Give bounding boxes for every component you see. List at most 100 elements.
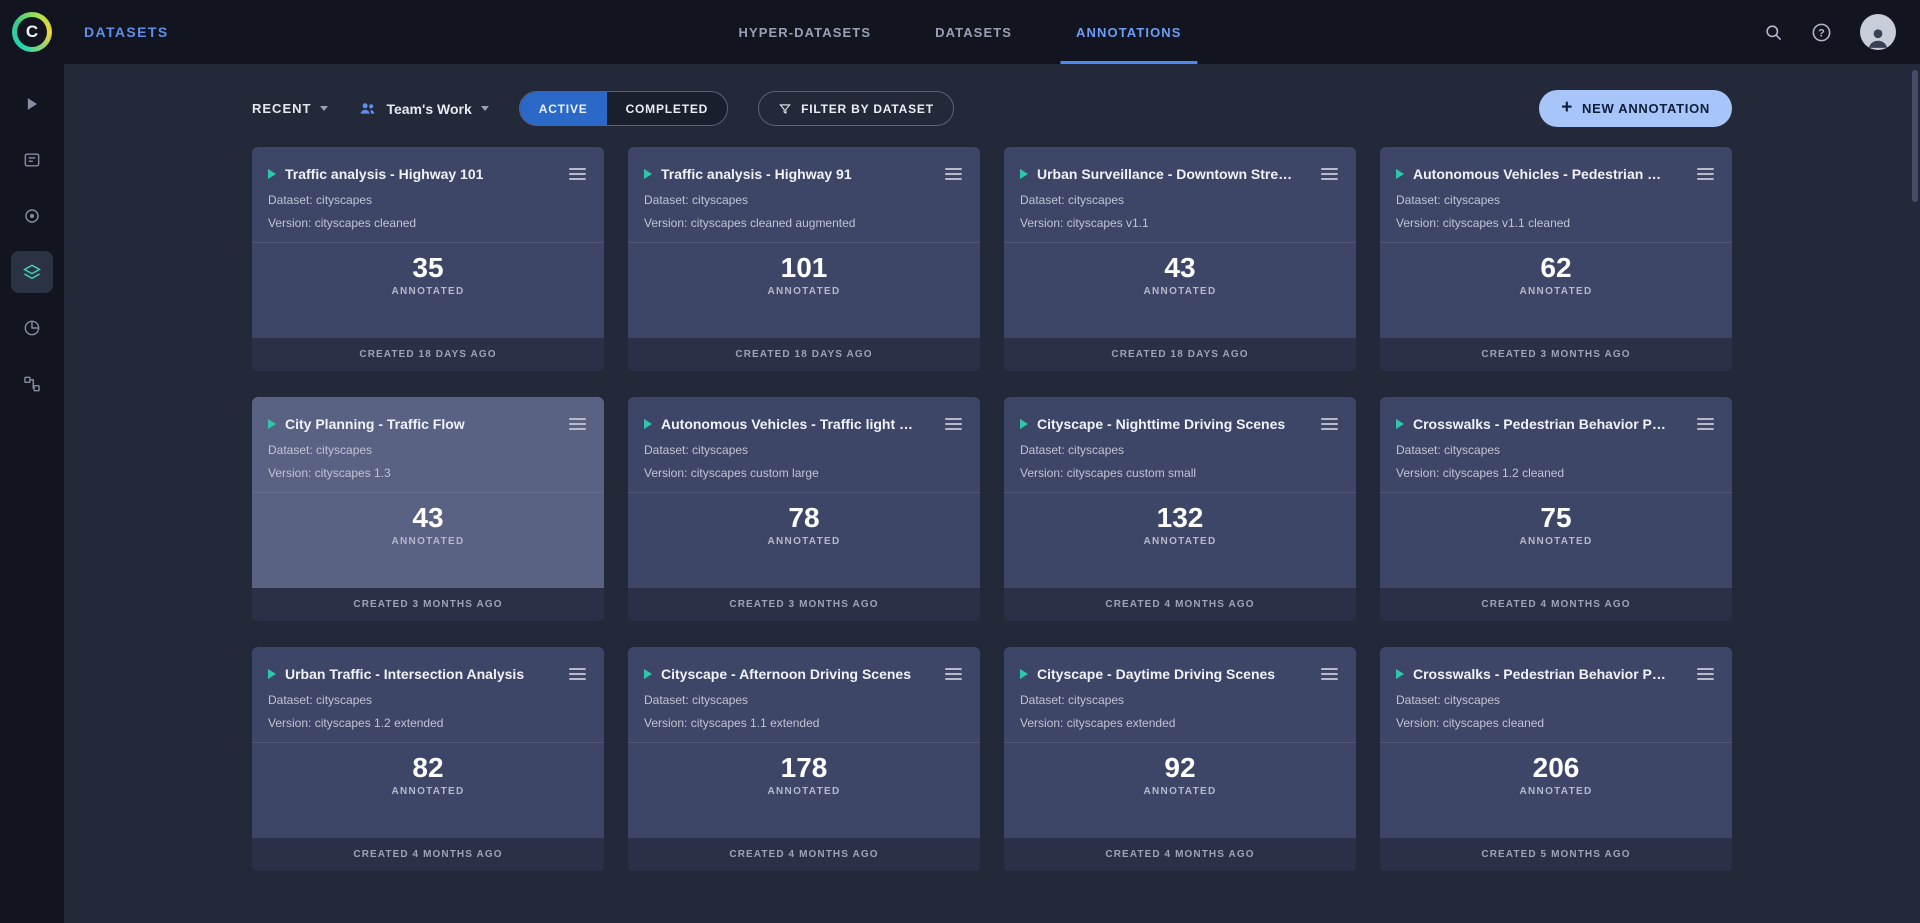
filter-by-dataset-button[interactable]: FILTER BY DATASET <box>758 91 954 126</box>
topbar: C DATASETS HYPER-DATASETS DATASETS ANNOT… <box>0 0 1920 64</box>
filter-completed-button[interactable]: COMPLETED <box>607 92 728 125</box>
annotated-label: ANNOTATED <box>392 536 465 547</box>
chevron-down-icon <box>481 106 489 111</box>
sidebar-item-models[interactable] <box>0 188 64 244</box>
card-version: Version: cityscapes 1.1 extended <box>628 716 980 730</box>
card-count-area: 75 ANNOTATED <box>1380 493 1732 588</box>
card-menu-icon[interactable] <box>567 414 588 434</box>
card-menu-icon[interactable] <box>1695 164 1716 184</box>
annotated-count: 78 <box>788 502 819 534</box>
vertical-scrollbar[interactable] <box>1912 70 1918 202</box>
annotated-count: 62 <box>1540 252 1571 284</box>
play-icon <box>1396 169 1404 179</box>
card-dataset: Dataset: cityscapes <box>628 193 980 207</box>
sidebar <box>0 64 64 923</box>
annotation-card[interactable]: Urban Surveillance - Downtown Stre… Data… <box>1004 147 1356 371</box>
annotated-label: ANNOTATED <box>1520 786 1593 797</box>
card-version: Version: cityscapes custom large <box>628 466 980 480</box>
sidebar-item-reports[interactable] <box>0 132 64 188</box>
logo-letter: C <box>17 17 47 47</box>
annotated-label: ANNOTATED <box>768 536 841 547</box>
sort-dropdown[interactable]: RECENT <box>252 101 328 116</box>
new-annotation-button[interactable]: + NEW ANNOTATION <box>1539 90 1732 127</box>
card-menu-icon[interactable] <box>943 164 964 184</box>
tab-hyper-datasets[interactable]: HYPER-DATASETS <box>722 0 887 64</box>
card-count-area: 82 ANNOTATED <box>252 743 604 838</box>
sidebar-item-launch[interactable] <box>0 76 64 132</box>
card-version: Version: cityscapes cleaned <box>252 216 604 230</box>
help-icon[interactable]: ? <box>1811 22 1832 43</box>
annotated-count: 35 <box>412 252 443 284</box>
card-created-label: CREATED 3 MONTHS AGO <box>1380 338 1732 371</box>
card-menu-icon[interactable] <box>1319 664 1340 684</box>
annotated-count: 132 <box>1157 502 1204 534</box>
annotated-label: ANNOTATED <box>392 786 465 797</box>
scope-dropdown[interactable]: Team's Work <box>358 99 488 118</box>
play-icon <box>268 169 276 179</box>
card-created-label: CREATED 4 MONTHS AGO <box>628 838 980 871</box>
card-version: Version: cityscapes v1.1 <box>1004 216 1356 230</box>
card-menu-icon[interactable] <box>1319 414 1340 434</box>
card-dataset: Dataset: cityscapes <box>252 693 604 707</box>
annotation-card[interactable]: Autonomous Vehicles - Pedestrian … Datas… <box>1380 147 1732 371</box>
filter-active-button[interactable]: ACTIVE <box>520 92 607 125</box>
annotation-card[interactable]: Cityscape - Daytime Driving Scenes Datas… <box>1004 647 1356 871</box>
annotation-card[interactable]: Urban Traffic - Intersection Analysis Da… <box>252 647 604 871</box>
card-count-area: 178 ANNOTATED <box>628 743 980 838</box>
annotation-card[interactable]: Traffic analysis - Highway 101 Dataset: … <box>252 147 604 371</box>
card-created-label: CREATED 3 MONTHS AGO <box>252 588 604 621</box>
card-version: Version: cityscapes v1.1 cleaned <box>1380 216 1732 230</box>
annotation-card[interactable]: Cityscape - Nighttime Driving Scenes Dat… <box>1004 397 1356 621</box>
search-icon[interactable] <box>1764 23 1783 42</box>
annotated-label: ANNOTATED <box>768 786 841 797</box>
annotated-label: ANNOTATED <box>1144 536 1217 547</box>
card-dataset: Dataset: cityscapes <box>252 443 604 457</box>
app-logo[interactable]: C <box>0 12 64 52</box>
card-dataset: Dataset: cityscapes <box>1380 693 1732 707</box>
card-title: Cityscape - Daytime Driving Scenes <box>1037 666 1310 682</box>
card-menu-icon[interactable] <box>1695 414 1716 434</box>
card-created-label: CREATED 4 MONTHS AGO <box>1004 838 1356 871</box>
card-dataset: Dataset: cityscapes <box>628 693 980 707</box>
annotation-card[interactable]: Autonomous Vehicles - Traffic light … Da… <box>628 397 980 621</box>
main-layout: RECENT Team's Work ACTIVE COMPLETED FILT… <box>0 64 1920 923</box>
annotation-card[interactable]: Traffic analysis - Highway 91 Dataset: c… <box>628 147 980 371</box>
card-menu-icon[interactable] <box>567 664 588 684</box>
card-dataset: Dataset: cityscapes <box>1004 693 1356 707</box>
sidebar-item-pipelines[interactable] <box>0 356 64 412</box>
card-version: Version: cityscapes 1.2 cleaned <box>1380 466 1732 480</box>
card-menu-icon[interactable] <box>567 164 588 184</box>
play-icon <box>268 419 276 429</box>
annotation-card[interactable]: Cityscape - Afternoon Driving Scenes Dat… <box>628 647 980 871</box>
card-count-area: 43 ANNOTATED <box>1004 243 1356 338</box>
annotated-count: 75 <box>1540 502 1571 534</box>
filter-by-dataset-label: FILTER BY DATASET <box>801 102 934 116</box>
annotation-card[interactable]: Crosswalks - Pedestrian Behavior P… Data… <box>1380 397 1732 621</box>
annotation-card[interactable]: City Planning - Traffic Flow Dataset: ci… <box>252 397 604 621</box>
annotated-count: 92 <box>1164 752 1195 784</box>
tab-datasets[interactable]: DATASETS <box>919 0 1028 64</box>
card-dataset: Dataset: cityscapes <box>1004 443 1356 457</box>
annotation-card[interactable]: Crosswalks - Pedestrian Behavior P… Data… <box>1380 647 1732 871</box>
card-menu-icon[interactable] <box>1319 164 1340 184</box>
tab-annotations[interactable]: ANNOTATIONS <box>1060 0 1198 64</box>
card-header: City Planning - Traffic Flow <box>252 397 604 434</box>
sidebar-item-annotations[interactable] <box>0 244 64 300</box>
play-icon <box>1020 669 1028 679</box>
card-menu-icon[interactable] <box>943 664 964 684</box>
card-header: Urban Surveillance - Downtown Stre… <box>1004 147 1356 184</box>
toolbar: RECENT Team's Work ACTIVE COMPLETED FILT… <box>252 90 1732 127</box>
sidebar-item-analytics[interactable] <box>0 300 64 356</box>
user-avatar[interactable] <box>1860 14 1896 50</box>
card-menu-icon[interactable] <box>943 414 964 434</box>
card-title: Urban Traffic - Intersection Analysis <box>285 666 558 682</box>
annotated-label: ANNOTATED <box>1520 286 1593 297</box>
annotated-label: ANNOTATED <box>392 286 465 297</box>
page-title: DATASETS <box>84 24 169 40</box>
card-dataset: Dataset: cityscapes <box>628 443 980 457</box>
card-title: City Planning - Traffic Flow <box>285 416 558 432</box>
card-menu-icon[interactable] <box>1695 664 1716 684</box>
card-created-label: CREATED 18 DAYS AGO <box>628 338 980 371</box>
card-title: Traffic analysis - Highway 91 <box>661 166 934 182</box>
card-created-label: CREATED 4 MONTHS AGO <box>1004 588 1356 621</box>
